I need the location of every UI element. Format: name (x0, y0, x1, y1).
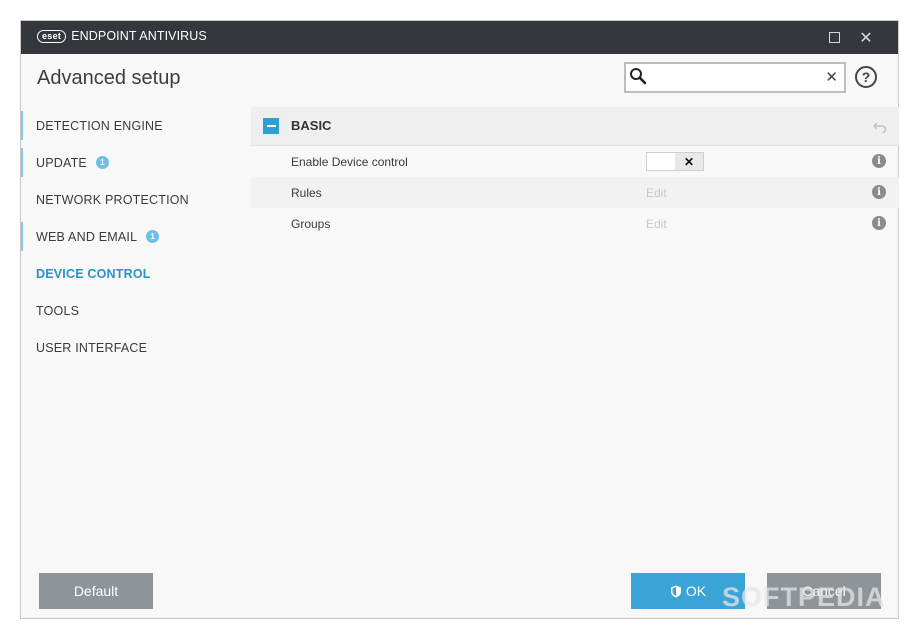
search-icon (629, 67, 647, 89)
revert-icon[interactable] (872, 118, 887, 137)
setting-label: Enable Device control (291, 154, 408, 169)
close-button[interactable]: ✕ (856, 27, 876, 47)
eset-logo: eset (37, 29, 67, 43)
advanced-setup-window: eset ENDPOINT ANTIVIRUS ✕ Advanced setup… (20, 20, 899, 619)
softpedia-watermark: SOFTPEDIA (722, 582, 886, 612)
enable-device-control-toggle[interactable]: ✕ (646, 152, 704, 171)
info-icon[interactable]: i (872, 216, 886, 230)
sidebar-item-user-interface[interactable]: USER INTERFACE (21, 329, 251, 366)
section-header-basic[interactable]: BASIC (251, 107, 899, 146)
sidebar-item-update[interactable]: UPDATE 1 (21, 144, 251, 181)
setting-label: Rules (291, 185, 322, 200)
default-button[interactable]: Default (39, 573, 153, 609)
setting-row-rules: Rules Edit i (251, 177, 899, 208)
sidebar-item-label: USER INTERFACE (36, 340, 148, 355)
sidebar-item-label: TOOLS (36, 303, 80, 318)
product-name: ENDPOINT ANTIVIRUS (71, 29, 207, 43)
settings-panel: BASIC Enable Device control ✕ i Rules Ed… (251, 107, 899, 239)
groups-edit-link[interactable]: Edit (646, 217, 667, 231)
maximize-button[interactable] (824, 27, 844, 47)
search-input[interactable] (652, 66, 826, 91)
sidebar: DETECTION ENGINE UPDATE 1 NETWORK PROTEC… (21, 107, 251, 366)
info-icon[interactable]: i (872, 154, 886, 168)
brand: eset ENDPOINT ANTIVIRUS (37, 29, 207, 43)
sidebar-item-label: NETWORK PROTECTION (36, 192, 189, 207)
setting-row-groups: Groups Edit i (251, 208, 899, 239)
default-button-label: Default (73, 583, 119, 599)
sidebar-item-device-control[interactable]: DEVICE CONTROL (21, 255, 251, 292)
page-title: Advanced setup (37, 67, 181, 89)
help-button[interactable]: ? (855, 66, 877, 88)
clear-search-icon[interactable]: ✕ (825, 68, 838, 86)
sidebar-item-network-protection[interactable]: NETWORK PROTECTION (21, 181, 251, 218)
search-box[interactable]: ✕ (624, 62, 846, 93)
notification-badge: 1 (95, 156, 109, 169)
sidebar-item-label: DETECTION ENGINE (36, 118, 163, 133)
ok-button-label: OK (685, 583, 707, 599)
sidebar-item-web-and-email[interactable]: WEB AND EMAIL 1 (21, 218, 251, 255)
setting-row-enable-device-control: Enable Device control ✕ i (251, 146, 899, 177)
toggle-off-icon: ✕ (675, 153, 703, 170)
sidebar-item-label: UPDATE (36, 155, 87, 170)
maximize-icon (828, 31, 840, 43)
close-icon: ✕ (859, 27, 873, 47)
sidebar-item-label: DEVICE CONTROL (36, 266, 151, 281)
sidebar-item-tools[interactable]: TOOLS (21, 292, 251, 329)
setting-label: Groups (291, 216, 331, 231)
help-icon: ? (861, 69, 871, 85)
notification-badge: 1 (146, 230, 160, 243)
shield-icon (670, 585, 682, 598)
sidebar-item-detection-engine[interactable]: DETECTION ENGINE (21, 107, 251, 144)
section-title: BASIC (291, 118, 332, 133)
rules-edit-link[interactable]: Edit (646, 186, 667, 200)
sidebar-item-label: WEB AND EMAIL (36, 229, 138, 244)
collapse-icon[interactable] (263, 118, 279, 134)
title-bar[interactable]: eset ENDPOINT ANTIVIRUS ✕ (21, 21, 898, 54)
info-icon[interactable]: i (872, 185, 886, 199)
